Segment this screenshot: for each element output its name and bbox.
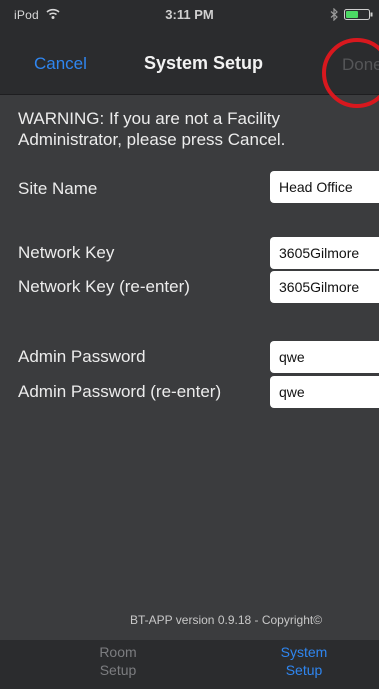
network-key-reenter-input[interactable]: 3605Gilmore [270,271,379,303]
network-key-input[interactable]: 3605Gilmore [270,237,379,269]
bluetooth-icon [330,8,338,21]
battery-icon [344,9,373,20]
status-time: 3:11 PM [165,7,214,22]
tab-system-setup-label-line2: Setup [285,662,323,678]
tab-room-setup[interactable]: Room Setup [43,640,193,689]
system-setup-form: WARNING: If you are not a Facility Admin… [0,95,379,640]
admin-password-label: Admin Password [18,347,146,366]
tab-room-setup-label-line2: Setup [99,662,137,678]
tab-system-setup[interactable]: System Setup [229,640,379,689]
phone-screen: iPod 3:11 PM Cancel System Setup Done WA… [0,0,379,689]
tab-room-setup-label-line1: Room [99,644,137,660]
version-copyright-text: BT-APP version 0.9.18 - Copyright© [130,613,323,627]
network-key-reenter-label: Network Key (re-enter) [18,277,190,296]
page-title: System Setup [144,53,264,73]
warning-message: WARNING: If you are not a Facility Admin… [18,109,286,149]
site-name-label: Site Name [18,179,98,198]
admin-password-reenter-label: Admin Password (re-enter) [18,382,222,401]
status-bar: iPod 3:11 PM [0,0,379,38]
site-name-input[interactable]: Head Office [270,171,379,203]
tab-bar: Room Setup System Setup [0,640,379,689]
network-key-label: Network Key [18,243,115,262]
admin-password-reenter-input[interactable]: qwe [270,376,379,408]
admin-password-input[interactable]: qwe [270,341,379,373]
tab-system-setup-label-line1: System [280,644,328,660]
cancel-button[interactable]: Cancel [34,54,87,74]
